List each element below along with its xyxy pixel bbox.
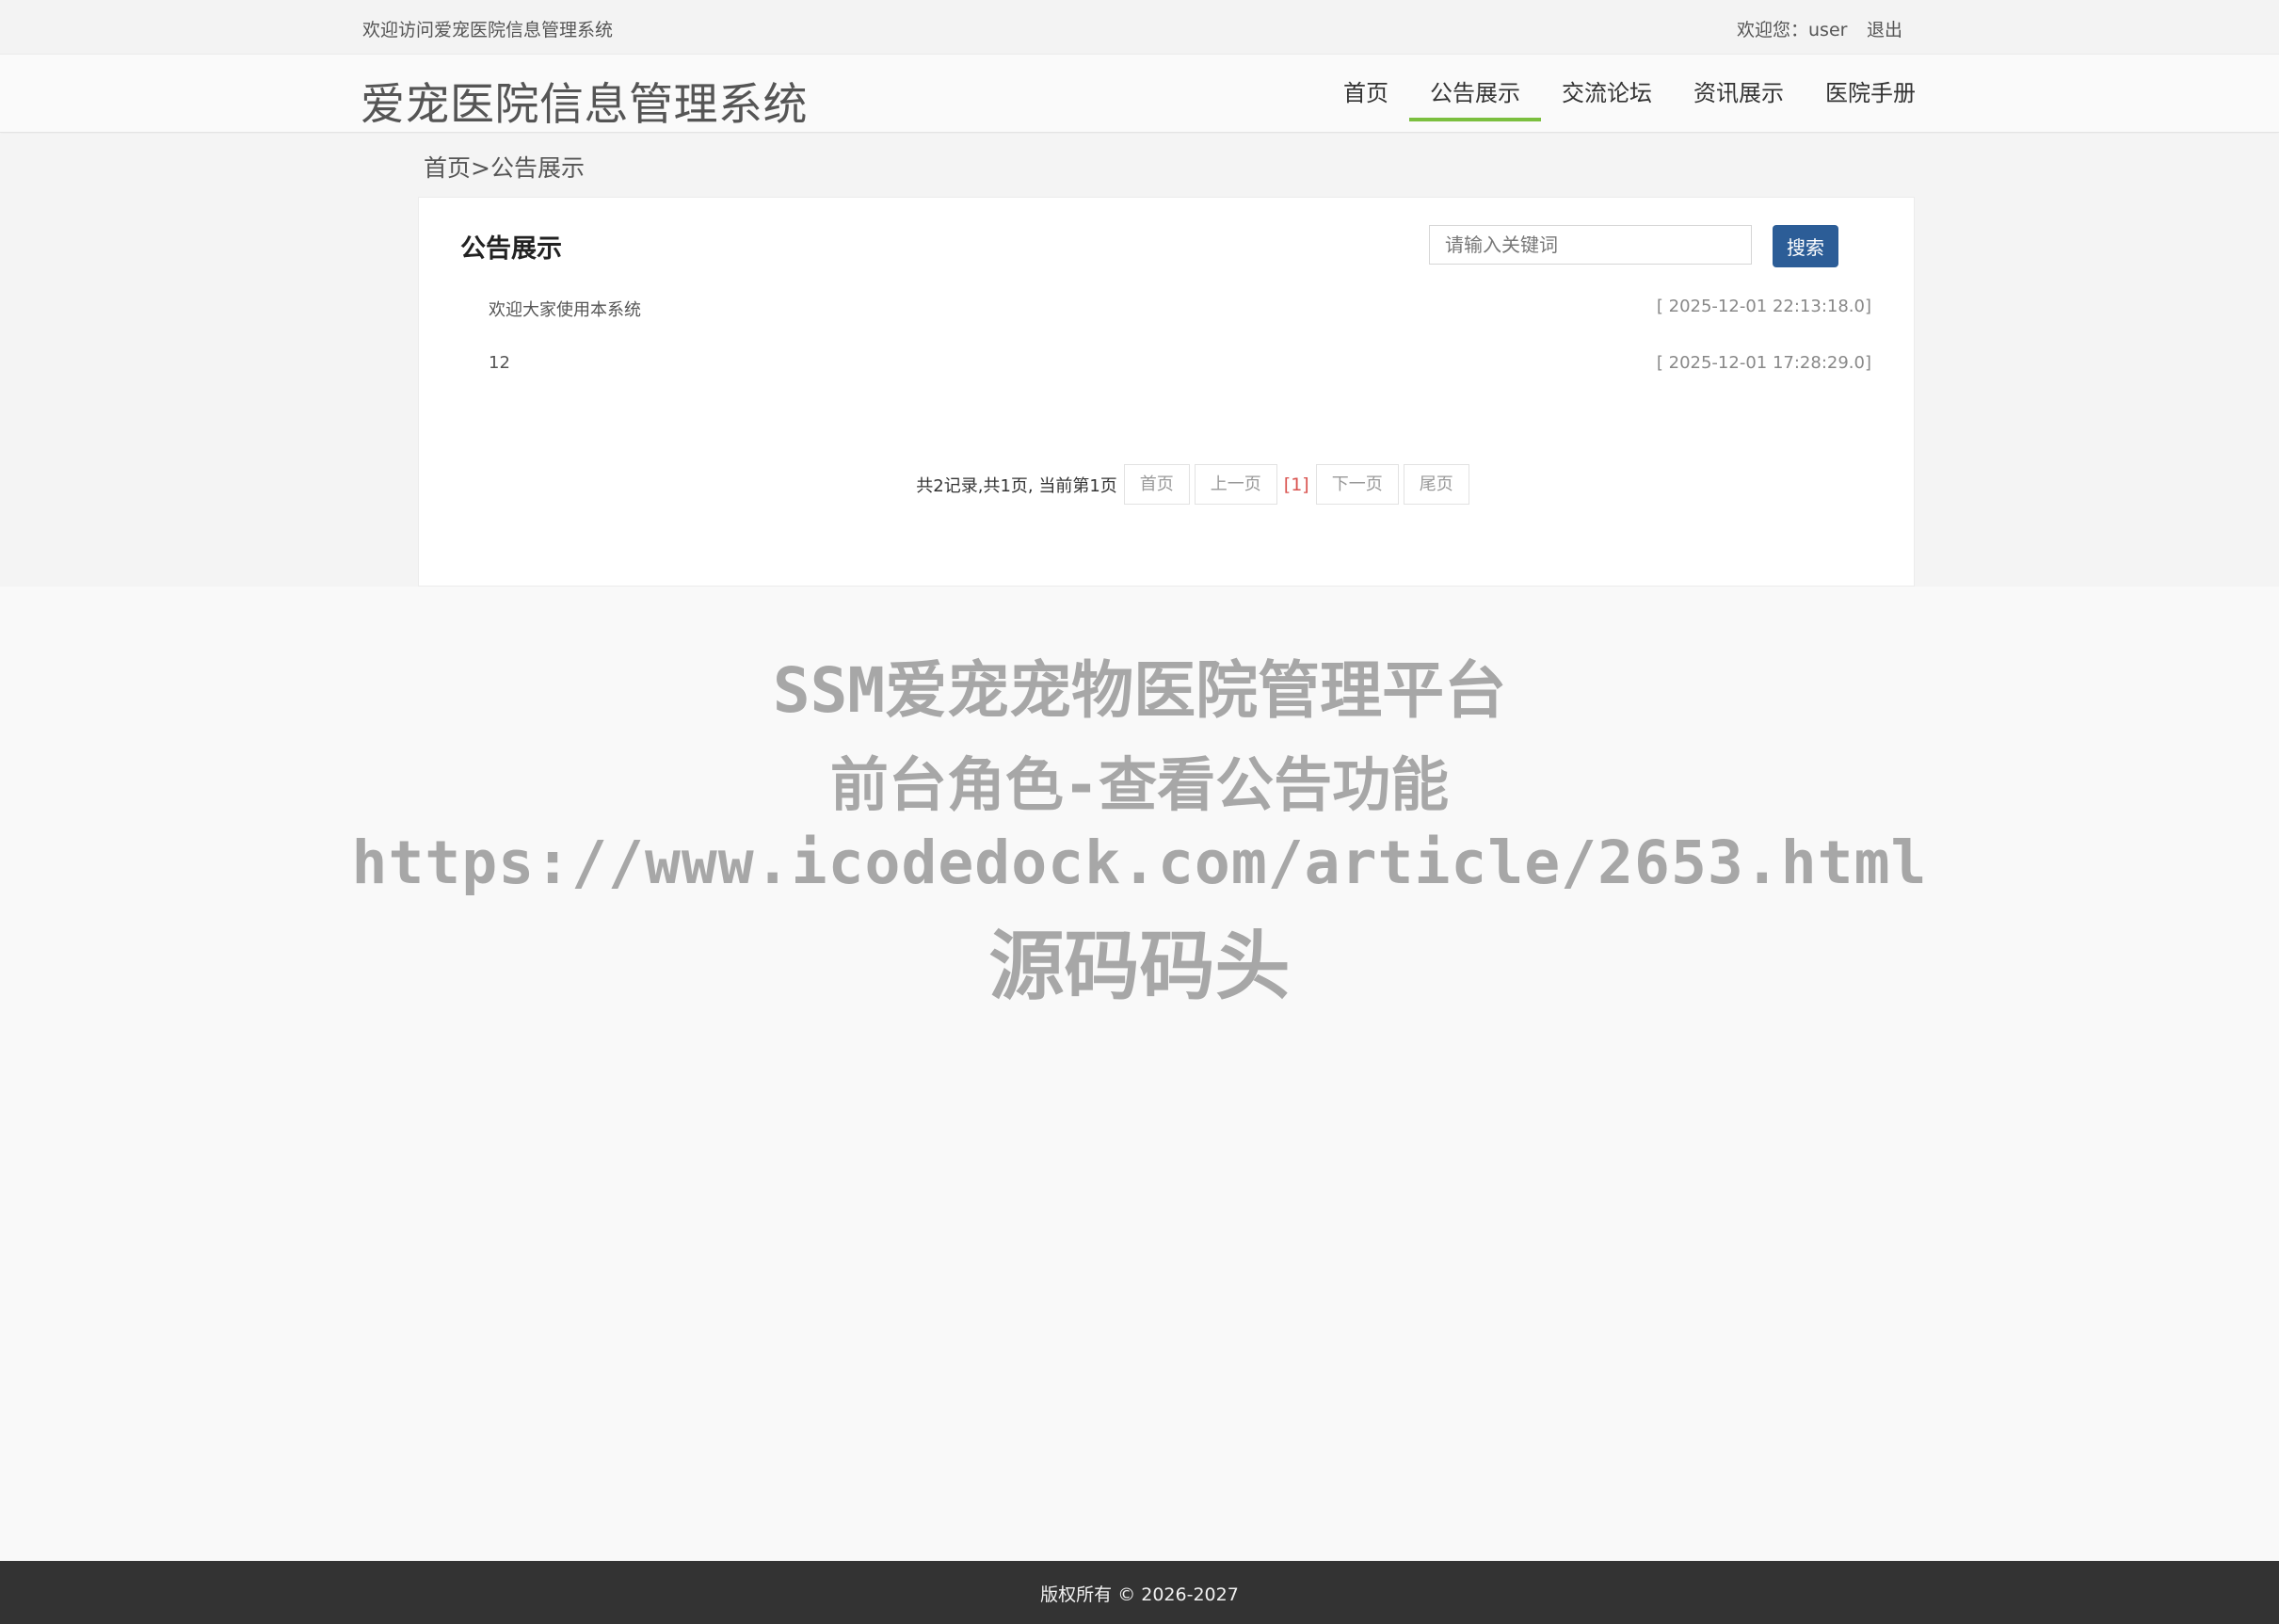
nav-item-manual[interactable]: 医院手册 [1805, 55, 1936, 133]
watermark-title: SSM爱宠宠物医院管理平台 [772, 654, 1507, 727]
breadcrumb: 首页>公告展示 [424, 150, 585, 184]
notice-panel: 公告展示 搜索 欢迎大家使用本系统 [ 2025-12-01 22:13:18.… [418, 197, 1915, 587]
prev-page-button[interactable]: 上一页 [1194, 464, 1277, 505]
nav-item-home[interactable]: 首页 [1323, 55, 1409, 133]
notice-list: 欢迎大家使用本系统 [ 2025-12-01 22:13:18.0] 12 [ … [419, 292, 1914, 405]
nav-item-news[interactable]: 资讯展示 [1673, 55, 1805, 133]
last-page-button[interactable]: 尾页 [1403, 464, 1469, 505]
current-page[interactable]: [1] [1284, 474, 1309, 495]
watermark-url: https://www.icodedock.com/article/2653.h… [351, 828, 1928, 897]
logout-link[interactable]: 退出 [1867, 16, 1902, 41]
site-title: 爱宠医院信息管理系统 [361, 79, 808, 131]
search-button[interactable]: 搜索 [1773, 225, 1838, 267]
copyright-text: 版权所有 © 2026-2027 [1040, 1584, 1239, 1605]
nav-item-notices[interactable]: 公告展示 [1409, 55, 1541, 133]
breadcrumb-separator: > [471, 154, 490, 182]
site-header: 爱宠医院信息管理系统 首页 公告展示 交流论坛 资讯展示 医院手册 [0, 55, 2279, 133]
next-page-button[interactable]: 下一页 [1315, 464, 1399, 505]
list-item[interactable]: 欢迎大家使用本系统 [ 2025-12-01 22:13:18.0] [419, 292, 1914, 348]
user-greeting: 欢迎您：user [1737, 20, 1848, 40]
breadcrumb-home[interactable]: 首页 [424, 154, 471, 182]
breadcrumb-current: 公告展示 [490, 154, 585, 182]
pagination: 共2记录,共1页, 当前第1页 首页 上一页 [1] 下一页 尾页 [419, 464, 1914, 505]
notice-date: [ 2025-12-01 17:28:29.0] [1656, 353, 1871, 373]
top-bar: 欢迎访问爱宠医院信息管理系统 欢迎您：user 退出 [0, 0, 2279, 55]
nav-item-forum[interactable]: 交流论坛 [1541, 55, 1673, 133]
notice-title[interactable]: 欢迎大家使用本系统 [489, 297, 641, 321]
search-input[interactable] [1429, 225, 1752, 265]
site-footer: 版权所有 © 2026-2027 [0, 1561, 2279, 1624]
first-page-button[interactable]: 首页 [1123, 464, 1190, 505]
main-nav: 首页 公告展示 交流论坛 资讯展示 医院手册 [1323, 55, 1936, 133]
page-summary: 共2记录,共1页, 当前第1页 [916, 475, 1117, 496]
watermark-subtitle: 前台角色-查看公告功能 [829, 750, 1450, 819]
notice-date: [ 2025-12-01 22:13:18.0] [1656, 297, 1871, 316]
watermark-brand: 源码码头 [988, 923, 1291, 1010]
notice-title[interactable]: 12 [489, 353, 510, 373]
list-item[interactable]: 12 [ 2025-12-01 17:28:29.0] [419, 348, 1914, 405]
welcome-text: 欢迎访问爱宠医院信息管理系统 [362, 20, 614, 40]
panel-title: 公告展示 [460, 234, 562, 264]
